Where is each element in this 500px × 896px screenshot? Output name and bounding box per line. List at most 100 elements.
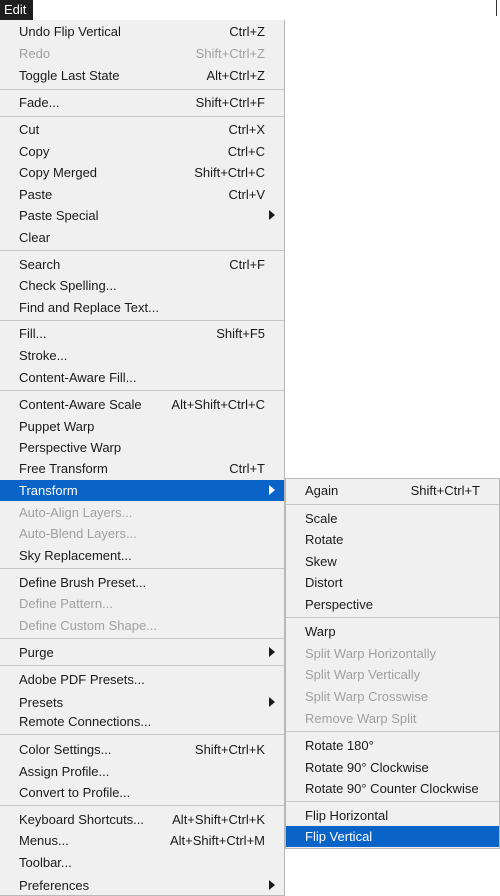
menu-item-label: Perspective Warp xyxy=(19,440,122,455)
menu-item-puppet-warp[interactable]: Puppet Warp xyxy=(0,416,284,437)
menu-item-copy-merged[interactable]: Copy Merged Shift+Ctrl+C xyxy=(0,162,284,183)
menu-separator xyxy=(286,504,499,505)
menu-item-convert-profile[interactable]: Convert to Profile... xyxy=(0,782,284,803)
submenu-item-split-warp-horizontally: Split Warp Horizontally xyxy=(286,643,499,664)
menu-separator xyxy=(0,116,284,117)
menu-item-label: Keyboard Shortcuts... xyxy=(19,812,145,827)
menu-item-label: Find and Replace Text... xyxy=(19,300,159,315)
menu-item-keyboard-shortcuts[interactable]: Keyboard Shortcuts... Alt+Shift+Ctrl+K xyxy=(0,809,284,830)
menu-item-search[interactable]: Search Ctrl+F xyxy=(0,254,284,275)
menu-item-paste-special[interactable]: Paste Special xyxy=(0,205,284,226)
submenu-item-scale[interactable]: Scale xyxy=(286,508,499,529)
chevron-right-icon xyxy=(269,485,275,495)
menu-item-label: Stroke... xyxy=(19,348,68,363)
menu-item-color-settings[interactable]: Color Settings... Shift+Ctrl+K xyxy=(0,739,284,760)
menu-item-preferences[interactable]: Preferences xyxy=(0,875,284,896)
menu-item-menus[interactable]: Menus... Alt+Shift+Ctrl+M xyxy=(0,830,284,851)
menu-item-auto-align: Auto-Align Layers... xyxy=(0,502,284,523)
menu-item-shortcut: Alt+Shift+Ctrl+K xyxy=(172,812,265,827)
menu-item-toggle-last-state[interactable]: Toggle Last State Alt+Ctrl+Z xyxy=(0,65,284,86)
submenu-item-rotate[interactable]: Rotate xyxy=(286,529,499,550)
menu-item-label: Search xyxy=(19,257,61,272)
menu-item-perspective-warp[interactable]: Perspective Warp xyxy=(0,437,284,458)
menu-item-label: Content-Aware Scale xyxy=(19,397,142,412)
menu-item-define-brush[interactable]: Define Brush Preset... xyxy=(0,572,284,593)
submenu-item-distort[interactable]: Distort xyxy=(286,572,499,593)
menu-separator xyxy=(0,638,284,639)
submenu-item-rotate-90-ccw[interactable]: Rotate 90° Counter Clockwise xyxy=(286,778,499,799)
menu-item-content-aware-scale[interactable]: Content-Aware Scale Alt+Shift+Ctrl+C xyxy=(0,394,284,415)
menu-item-paste[interactable]: Paste Ctrl+V xyxy=(0,184,284,205)
menu-item-clear[interactable]: Clear xyxy=(0,227,284,248)
menu-item-label: Menus... xyxy=(19,833,69,848)
menu-item-label: Redo xyxy=(19,46,51,61)
menu-item-shortcut: Shift+Ctrl+K xyxy=(194,742,265,757)
menu-item-label: Clear xyxy=(19,230,51,245)
menu-item-label: Cut xyxy=(19,122,40,137)
menu-item-label: Sky Replacement... xyxy=(19,548,132,563)
menu-item-shortcut: Ctrl+T xyxy=(229,461,265,476)
menu-item-check-spelling[interactable]: Check Spelling... xyxy=(0,275,284,296)
chevron-right-icon xyxy=(269,210,275,220)
menu-item-label: Paste Special xyxy=(19,208,99,223)
menu-item-label: Scale xyxy=(305,511,338,526)
menu-item-remote-connections[interactable]: Remote Connections... xyxy=(0,711,284,732)
menu-edit[interactable]: Edit xyxy=(0,0,33,20)
menu-item-adobe-pdf-presets[interactable]: Adobe PDF Presets... xyxy=(0,669,284,690)
menu-item-label: Perspective xyxy=(305,597,373,612)
menu-item-shortcut: Alt+Ctrl+Z xyxy=(206,68,265,83)
menu-item-label: Define Custom Shape... xyxy=(19,618,158,633)
menu-item-label: Preferences xyxy=(19,878,90,893)
menu-item-shortcut: Ctrl+V xyxy=(228,187,265,202)
menu-item-transform[interactable]: Transform xyxy=(0,480,284,501)
menu-item-cut[interactable]: Cut Ctrl+X xyxy=(0,119,284,140)
menu-item-define-pattern: Define Pattern... xyxy=(0,593,284,614)
submenu-item-flip-horizontal[interactable]: Flip Horizontal xyxy=(286,805,499,826)
submenu-item-flip-vertical[interactable]: Flip Vertical xyxy=(286,826,499,847)
submenu-item-warp[interactable]: Warp xyxy=(286,621,499,642)
menu-item-free-transform[interactable]: Free Transform Ctrl+T xyxy=(0,458,284,479)
submenu-item-split-warp-crosswise: Split Warp Crosswise xyxy=(286,686,499,707)
menu-item-sky-replacement[interactable]: Sky Replacement... xyxy=(0,545,284,566)
menu-item-fill[interactable]: Fill... Shift+F5 xyxy=(0,323,284,344)
menu-item-assign-profile[interactable]: Assign Profile... xyxy=(0,761,284,782)
menu-item-undo[interactable]: Undo Flip Vertical Ctrl+Z xyxy=(0,21,284,42)
menu-item-label: Rotate 90° Counter Clockwise xyxy=(305,781,479,796)
menu-item-define-custom-shape: Define Custom Shape... xyxy=(0,615,284,636)
menu-item-label: Adobe PDF Presets... xyxy=(19,672,145,687)
menu-item-label: Rotate 180° xyxy=(305,738,374,753)
menu-item-shortcut: Alt+Shift+Ctrl+C xyxy=(171,397,265,412)
menu-item-purge[interactable]: Purge xyxy=(0,642,284,663)
menu-item-toolbar[interactable]: Toolbar... xyxy=(0,852,284,873)
menu-item-find-replace[interactable]: Find and Replace Text... xyxy=(0,297,284,318)
submenu-item-rotate-180[interactable]: Rotate 180° xyxy=(286,735,499,756)
edit-menu: Undo Flip Vertical Ctrl+Z Redo Shift+Ctr… xyxy=(0,20,285,896)
menu-item-label: Color Settings... xyxy=(19,742,112,757)
menu-item-label: Paste xyxy=(19,187,53,202)
menu-item-stroke[interactable]: Stroke... xyxy=(0,345,284,366)
menu-separator xyxy=(286,731,499,732)
submenu-item-rotate-90-cw[interactable]: Rotate 90° Clockwise xyxy=(286,757,499,778)
menu-item-label: Rotate xyxy=(305,532,344,547)
menu-item-label: Auto-Blend Layers... xyxy=(19,526,137,541)
menu-item-label: Presets xyxy=(19,695,64,710)
menu-item-presets[interactable]: Presets xyxy=(0,692,284,713)
submenu-item-again[interactable]: Again Shift+Ctrl+T xyxy=(286,480,499,501)
submenu-item-perspective[interactable]: Perspective xyxy=(286,594,499,615)
menu-item-label: Flip Vertical xyxy=(305,829,373,844)
submenu-item-remove-warp-split: Remove Warp Split xyxy=(286,708,499,729)
submenu-item-skew[interactable]: Skew xyxy=(286,551,499,572)
menu-separator xyxy=(0,805,284,806)
menu-item-shortcut: Alt+Shift+Ctrl+M xyxy=(169,833,265,848)
window-edge xyxy=(496,0,497,16)
menu-item-fade[interactable]: Fade... Shift+Ctrl+F xyxy=(0,92,284,113)
menu-item-shortcut: Shift+Ctrl+T xyxy=(410,483,480,498)
menu-item-label: Purge xyxy=(19,645,54,660)
menu-item-copy[interactable]: Copy Ctrl+C xyxy=(0,141,284,162)
submenu-item-split-warp-vertically: Split Warp Vertically xyxy=(286,664,499,685)
menu-separator xyxy=(0,734,284,735)
menu-item-label: Toolbar... xyxy=(19,855,72,870)
menu-item-label: Split Warp Vertically xyxy=(305,667,421,682)
menu-item-auto-blend: Auto-Blend Layers... xyxy=(0,523,284,544)
menu-item-content-aware-fill[interactable]: Content-Aware Fill... xyxy=(0,367,284,388)
